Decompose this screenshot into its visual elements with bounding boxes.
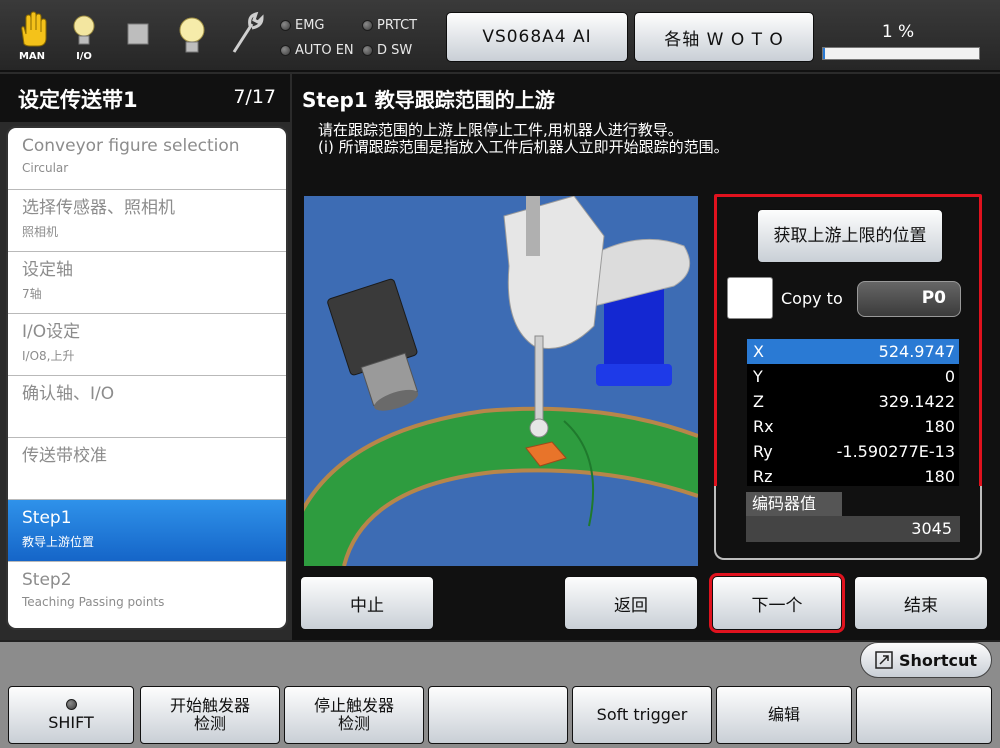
shift-label: SHIFT	[48, 712, 94, 732]
step-item[interactable]: 传送带校准	[8, 438, 286, 500]
function-key-bar: Shortcut SHIFT 开始触发器检测 停止触发器检测 Soft trig…	[0, 640, 1000, 748]
step-main: Step1	[22, 508, 72, 528]
copy-target-button[interactable]: P0	[857, 281, 961, 317]
step-item-active[interactable]: Step1 教导上游位置	[8, 500, 286, 562]
finish-button[interactable]: 结束	[854, 576, 988, 630]
speed-bar-fill	[823, 48, 825, 59]
shift-indicator	[65, 698, 77, 710]
prtct-label: PRTCT	[377, 18, 418, 33]
abort-button[interactable]: 中止	[300, 576, 434, 630]
coord-label: Ry	[753, 442, 773, 461]
step-main: Conveyor figure selection	[22, 136, 240, 156]
auto-en-label: AUTO EN	[295, 43, 354, 58]
wizard-title: 设定传送带1	[18, 88, 138, 112]
io-caption: I/O	[76, 51, 92, 62]
coord-row[interactable]: Rx 180	[747, 414, 959, 439]
coord-value: 0	[944, 367, 955, 386]
robot-scene-illustration	[304, 196, 698, 566]
step-main: 传送带校准	[22, 446, 107, 466]
mode-caption: MAN	[18, 51, 46, 62]
coord-value: 180	[924, 417, 955, 436]
step-sub: 教导上游位置	[22, 535, 95, 549]
step-item[interactable]: 选择传感器、照相机照相机	[8, 190, 286, 252]
instructions: 请在跟踪范围的上游上限停止工件,用机器人进行教导。 (i) 所谓跟踪范围是指放入…	[318, 122, 729, 156]
coord-value: 329.1422	[878, 392, 955, 411]
step-main: Step2	[22, 570, 72, 590]
speed-bar	[822, 47, 980, 60]
step-list: Conveyor figure selection Circular 选择传感器、…	[6, 126, 288, 630]
auto-en-indicator: AUTO EN	[280, 43, 354, 58]
encoder-panel: 编码器值 3045	[714, 486, 982, 560]
coordinate-table: X 524.9747 Y0 Z 329.1422 Rx 180 Ry -1.590277…	[747, 339, 959, 489]
step-main: 设定轴	[22, 260, 73, 280]
step-item[interactable]: 确认轴、I/O	[8, 376, 286, 438]
wrench-icon[interactable]	[226, 10, 266, 62]
function-key-empty[interactable]	[428, 686, 568, 744]
lightbulb-icon[interactable]: I/O	[64, 10, 104, 62]
back-button[interactable]: 返回	[564, 576, 698, 630]
wizard-header: 设定传送带1 7/17	[0, 74, 290, 122]
acquire-upstream-position-button[interactable]: 获取上游上限的位置	[757, 209, 943, 263]
soft-trigger-key[interactable]: Soft trigger	[572, 686, 712, 744]
shortcut-label: Shortcut	[899, 650, 977, 670]
step-item[interactable]: Step2 Teaching Passing points	[8, 562, 286, 624]
step-main: 选择传感器、照相机	[22, 198, 175, 218]
coord-label: Y	[753, 367, 763, 386]
hand-icon[interactable]: MAN	[12, 10, 52, 62]
main-area: Step1 教导跟踪范围的上游 请在跟踪范围的上游上限停止工件,用机器人进行教导…	[292, 74, 1000, 640]
next-button[interactable]: 下一个	[709, 573, 845, 633]
function-key-empty[interactable]	[856, 686, 992, 744]
emg-label: EMG	[295, 18, 325, 33]
step-sub: 7轴	[22, 287, 42, 301]
coord-label: X	[753, 342, 764, 361]
coord-row[interactable]: Y0	[747, 364, 959, 389]
step-item[interactable]: I/O设定 I/O8,上升	[8, 314, 286, 376]
coord-label: Rx	[753, 417, 774, 436]
dsw-label: D SW	[377, 43, 413, 58]
step-main: 确认轴、I/O	[22, 384, 115, 404]
encoder-value: 3045	[746, 516, 960, 542]
axis-mode-button[interactable]: 各轴 W O T O	[634, 12, 814, 62]
step-item[interactable]: 设定轴 7轴	[8, 252, 286, 314]
step-sub: I/O8,上升	[22, 349, 75, 363]
prtct-indicator: PRTCT	[362, 18, 417, 33]
coord-row[interactable]: X 524.9747	[747, 339, 959, 364]
coord-value: 524.9747	[878, 342, 955, 361]
stop-trigger-detect-key[interactable]: 停止触发器检测	[284, 686, 424, 744]
robot-model-button[interactable]: VS068A4 AI	[446, 12, 628, 62]
shift-key[interactable]: SHIFT	[8, 686, 134, 744]
step-sub: Circular	[22, 161, 69, 175]
coord-value: -1.590277E-13	[836, 442, 955, 461]
speed-label: 1 %	[881, 22, 915, 42]
step-title: Step1 教导跟踪范围的上游	[302, 88, 555, 112]
encoder-label: 编码器值	[746, 492, 842, 516]
step-main: I/O设定	[22, 322, 81, 342]
start-trigger-detect-key[interactable]: 开始触发器检测	[140, 686, 280, 744]
dsw-indicator: D SW	[362, 43, 412, 58]
shortcut-arrow-icon	[875, 651, 893, 669]
step-sub: Teaching Passing points	[22, 595, 165, 609]
emg-indicator: EMG	[280, 18, 325, 33]
step-sub: 照相机	[22, 225, 59, 239]
instruction-line-1: 请在跟踪范围的上游上限停止工件,用机器人进行教导。	[318, 121, 683, 139]
shortcut-button[interactable]: Shortcut	[860, 642, 992, 678]
wizard-page-count: 7/17	[233, 86, 276, 108]
edit-key[interactable]: 编辑	[716, 686, 852, 744]
coord-label: Z	[753, 392, 764, 411]
coord-row[interactable]: Ry -1.590277E-13	[747, 439, 959, 464]
copy-checkbox[interactable]	[727, 277, 773, 319]
lamp-icon[interactable]	[172, 10, 212, 62]
step-item[interactable]: Conveyor figure selection Circular	[8, 128, 286, 190]
position-panel: 获取上游上限的位置 Copy to P0 X 524.9747 Y0 Z 329.1…	[714, 194, 982, 490]
instruction-line-2: (i) 所谓跟踪范围是指放入工件后机器人立即开始跟踪的范围。	[318, 138, 729, 156]
copy-to-label: Copy to	[781, 289, 843, 308]
top-status-bar: MAN I/O EMG PRTCT AUTO EN D SW VS068A4 A…	[0, 0, 1000, 72]
stop-square-icon[interactable]	[118, 10, 158, 62]
coord-row[interactable]: Z 329.1422	[747, 389, 959, 414]
